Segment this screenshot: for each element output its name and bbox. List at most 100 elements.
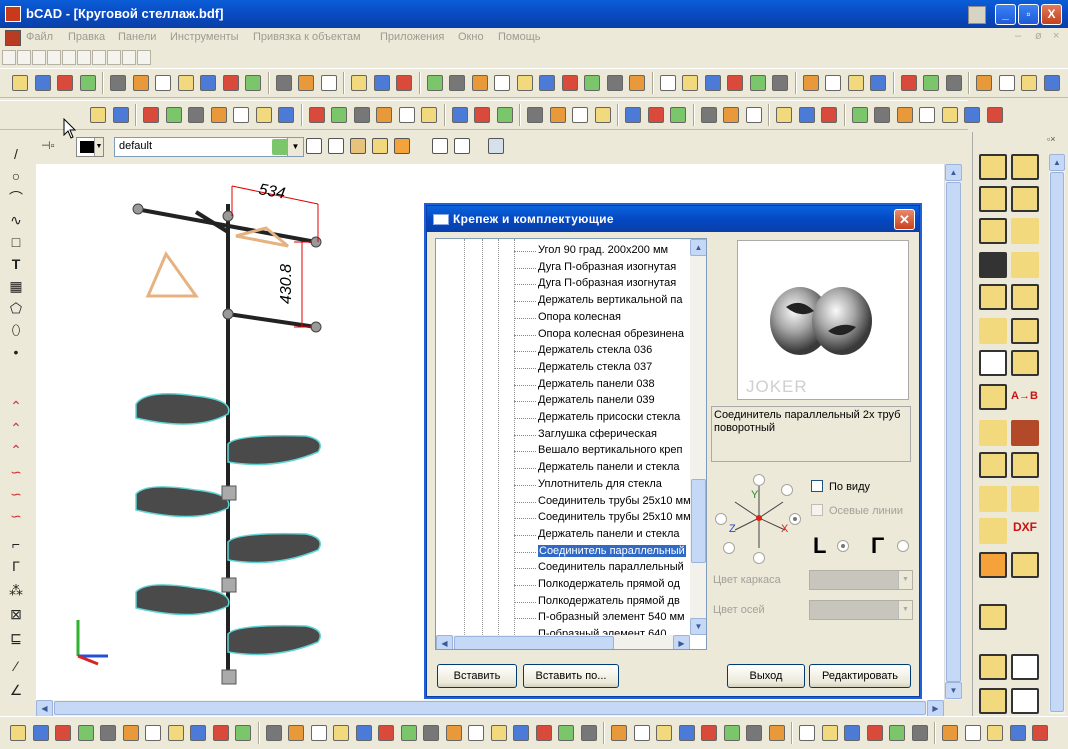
toolbar-tool-icon[interactable]: [77, 725, 94, 741]
trim-tool-icon[interactable]: ⌃: [6, 440, 26, 460]
offset-tool-icon[interactable]: ⌐: [6, 534, 26, 554]
toolbar-tool-icon[interactable]: [584, 75, 600, 91]
doc-tab[interactable]: [77, 50, 91, 65]
toolbar-tool-icon[interactable]: [851, 107, 868, 123]
doc-tab[interactable]: [92, 50, 106, 65]
toolbar-tool-icon[interactable]: [727, 75, 743, 91]
scroll-up-icon[interactable]: ▲: [945, 164, 962, 181]
tree-item[interactable]: Держатель вертикальной па: [436, 293, 690, 310]
view-render-icon[interactable]: [372, 138, 388, 154]
toolbar-tool-icon[interactable]: [923, 75, 939, 91]
explode-tool-icon[interactable]: [1011, 486, 1039, 512]
mirror-tool-icon[interactable]: Γ: [6, 556, 26, 576]
components-tree[interactable]: Угол 90 град. 200x200 мм Дуга П-образная …: [435, 238, 707, 650]
mdi-minimize[interactable]: –: [1015, 30, 1021, 42]
toolbar-tool-icon[interactable]: [32, 725, 49, 741]
toolbar-tool-icon[interactable]: [513, 725, 529, 741]
toolbar-tool-icon[interactable]: [874, 107, 890, 123]
edit-button[interactable]: Редактировать: [809, 664, 911, 688]
panel-tool-icon[interactable]: [979, 154, 1007, 180]
toolbar-tool-icon[interactable]: [558, 725, 574, 741]
minimize-button[interactable]: _: [995, 4, 1016, 25]
scroll-right-icon[interactable]: ▶: [673, 635, 690, 649]
tree-vertical-scrollbar[interactable]: ▲ ▼: [690, 239, 706, 635]
toolbar-tool-icon[interactable]: [490, 725, 507, 741]
toolbar-tool-icon[interactable]: [535, 725, 552, 741]
exit-button[interactable]: Выход: [727, 664, 805, 688]
toolbar-tool-icon[interactable]: [746, 725, 762, 741]
tree-item[interactable]: Дуга П-образная изогнутая: [436, 260, 690, 277]
text-tool-icon[interactable]: T: [6, 254, 26, 274]
toolbar-tool-icon[interactable]: [659, 75, 676, 91]
material-tool-icon[interactable]: [1011, 420, 1039, 446]
view-hidden-icon[interactable]: [328, 138, 344, 154]
tree-item[interactable]: Держатель панели и стекла: [436, 460, 690, 477]
toolbar-tool-icon[interactable]: [670, 107, 686, 123]
toolbar-tool-icon[interactable]: [423, 725, 439, 741]
toolbar-tool-icon[interactable]: [57, 75, 73, 91]
array-tool-icon[interactable]: ⁂: [6, 580, 26, 600]
toolbar-tool-icon[interactable]: [278, 107, 294, 123]
axis-radio[interactable]: [723, 542, 735, 554]
toolbar-tool-icon[interactable]: [700, 107, 717, 123]
align-left-icon[interactable]: [979, 654, 1007, 680]
view-shaded-icon[interactable]: [350, 138, 366, 154]
hand-tool-icon[interactable]: [1011, 218, 1039, 244]
sort-tool-icon[interactable]: [979, 420, 1007, 446]
toolbar-tool-icon[interactable]: [233, 107, 249, 123]
toolbar-tool-icon[interactable]: [844, 725, 860, 741]
toolbar-tool-icon[interactable]: [701, 725, 717, 741]
doc-tab[interactable]: [122, 50, 136, 65]
extra-title-button[interactable]: [968, 6, 986, 24]
table-tool-icon[interactable]: [1011, 350, 1039, 376]
palette-close-icon[interactable]: ▫×: [1047, 134, 1067, 144]
tree-item[interactable]: Опора колесная: [436, 310, 690, 327]
delete-tool-icon[interactable]: [979, 486, 1007, 512]
toolbar-tool-icon[interactable]: [265, 725, 282, 741]
toolbar-tool-icon[interactable]: [896, 107, 913, 123]
menu-tools[interactable]: Инструменты: [170, 31, 239, 43]
toolbar-tool-icon[interactable]: [255, 107, 272, 123]
toolbar-tool-icon[interactable]: [110, 75, 126, 91]
extend-tool-icon[interactable]: ∽: [6, 462, 26, 482]
menu-panels[interactable]: Панели: [118, 31, 156, 43]
axis-radio[interactable]: [781, 484, 793, 496]
break-tool-icon[interactable]: ∽: [6, 484, 26, 504]
fastener-tool-icon[interactable]: [979, 252, 1007, 278]
toolbar-tool-icon[interactable]: [79, 75, 96, 91]
group-icon[interactable]: [1011, 688, 1039, 714]
scroll-down-icon[interactable]: ▼: [690, 618, 706, 635]
toolbar-tool-icon[interactable]: [445, 725, 462, 741]
line-tool-icon[interactable]: /: [6, 144, 26, 164]
by-view-checkbox[interactable]: По виду: [811, 480, 870, 493]
scroll-left-icon[interactable]: ◀: [436, 635, 453, 649]
align-right-icon[interactable]: [1011, 654, 1039, 680]
doc-tab[interactable]: [107, 50, 121, 65]
toolbar-tool-icon[interactable]: [212, 725, 229, 741]
insert-by-button[interactable]: Вставить по...: [523, 664, 619, 688]
toolbar-tool-icon[interactable]: [798, 107, 815, 123]
arc-tool-icon[interactable]: ⌒: [6, 188, 26, 208]
toolbar-tool-icon[interactable]: [132, 75, 149, 91]
toolbar-tool-icon[interactable]: [911, 725, 928, 741]
toolbar-tool-icon[interactable]: [222, 75, 239, 91]
toolbar-tool-icon[interactable]: [964, 725, 981, 741]
toolbar-tool-icon[interactable]: [400, 725, 417, 741]
toolbar-tool-icon[interactable]: [210, 107, 227, 123]
menu-help[interactable]: Помощь: [498, 31, 541, 43]
toolbar-tool-icon[interactable]: [1021, 75, 1037, 91]
stretch-tool-icon[interactable]: ∽: [6, 506, 26, 526]
toolbar-tool-icon[interactable]: [987, 725, 1003, 741]
nest-tool-icon[interactable]: [979, 518, 1007, 544]
toolbar-tool-icon[interactable]: [451, 107, 468, 123]
tree-item[interactable]: П-образный элемент 540 мм: [436, 610, 690, 627]
toolbar-tool-icon[interactable]: [889, 725, 905, 741]
frame-color-select[interactable]: ▼: [809, 570, 913, 590]
toolbar-tool-icon[interactable]: [942, 725, 958, 741]
canvas-horizontal-scrollbar[interactable]: ◀ ▶: [36, 700, 944, 717]
toolbar-tool-icon[interactable]: [100, 725, 116, 741]
doc-tab[interactable]: [2, 50, 16, 65]
move-tool-icon[interactable]: [979, 604, 1007, 630]
menu-edit[interactable]: Правка: [68, 31, 105, 43]
toolbar-tool-icon[interactable]: [704, 75, 721, 91]
